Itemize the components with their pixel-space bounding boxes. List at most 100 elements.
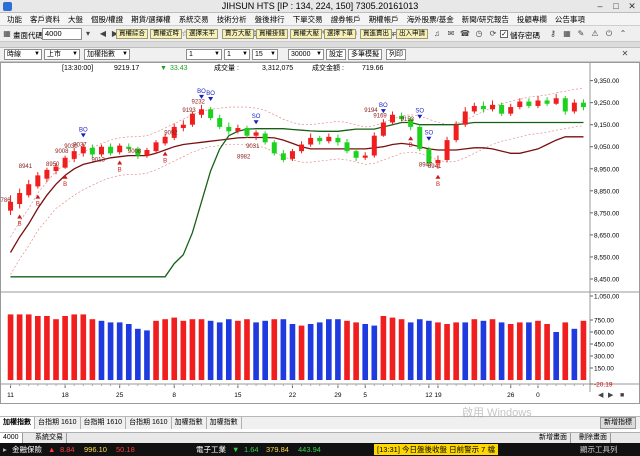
menu-item-14[interactable]: 公告事項 bbox=[551, 14, 589, 25]
volume-bar bbox=[153, 320, 159, 380]
candle-body bbox=[144, 150, 150, 156]
menu-item-6[interactable]: 技術分析 bbox=[213, 14, 251, 25]
phone-icon[interactable]: ☎ bbox=[460, 29, 470, 39]
sell-signal-label: SO bbox=[425, 131, 434, 137]
volume-bar bbox=[507, 324, 514, 380]
candle-body bbox=[289, 151, 295, 159]
layout-icon[interactable]: ▦ bbox=[562, 29, 572, 39]
collapse-icon[interactable]: ⌃ bbox=[618, 29, 628, 39]
sync-icon[interactable]: ⟳ bbox=[488, 29, 498, 39]
market-select[interactable]: 上市 ▼ bbox=[44, 49, 80, 60]
menu-item-2[interactable]: 大盤 bbox=[64, 14, 87, 25]
alert-icon[interactable]: ⚠ bbox=[590, 29, 600, 39]
info-amount: 719.66 bbox=[362, 65, 384, 72]
menu-item-7[interactable]: 盤後排行 bbox=[251, 14, 289, 25]
print-button[interactable]: 列印 bbox=[386, 49, 406, 60]
indicator-tab-5[interactable]: 加權指數 bbox=[207, 417, 242, 429]
signal-button-3[interactable]: 賣方大壓 bbox=[222, 29, 254, 39]
minimize-icon[interactable]: – bbox=[594, 1, 606, 11]
time-tick-label: 8 bbox=[172, 392, 176, 399]
add-indicator-button[interactable]: 新增指標 bbox=[600, 417, 636, 429]
volume-bar bbox=[426, 320, 432, 380]
speaker-icon[interactable]: ♫ bbox=[432, 29, 442, 39]
candle-body bbox=[453, 124, 459, 141]
key-icon[interactable]: ⚷ bbox=[548, 29, 558, 39]
volume-bar bbox=[444, 324, 450, 380]
screen-code-input[interactable]: 4000 bbox=[42, 28, 82, 40]
indicator-tab-0[interactable]: 加權指數 bbox=[0, 417, 35, 429]
index-select[interactable]: 加權指數 ▼ bbox=[84, 49, 130, 60]
signal-button-8[interactable]: 出入申請 bbox=[396, 29, 428, 39]
candle-body bbox=[317, 137, 323, 142]
show-toolbar-label[interactable]: 顯示工具列 bbox=[580, 443, 618, 456]
quote-name-2[interactable]: 電子工業 bbox=[196, 443, 226, 456]
exit-icon[interactable]: ⏻ bbox=[604, 29, 614, 39]
candle-body bbox=[244, 128, 250, 136]
menu-item-0[interactable]: 功能 bbox=[3, 14, 26, 25]
bars-select[interactable]: 30000 ▼ bbox=[288, 49, 324, 60]
workspace-tab-4000[interactable]: 4000 bbox=[0, 433, 23, 443]
count1-select[interactable]: 1 ▼ bbox=[186, 49, 222, 60]
signal-button-6[interactable]: 選擇下單 bbox=[324, 29, 356, 39]
mail-icon[interactable]: ✉ bbox=[446, 29, 456, 39]
menu-item-3[interactable]: 個股/權證 bbox=[87, 14, 127, 25]
volume-tick-label: 1,050,00 bbox=[594, 294, 620, 301]
menu-item-12[interactable]: 新聞/研究報告 bbox=[458, 14, 513, 25]
alert-banner[interactable]: [13:31] 今日盤後收盤 日前警示 7 檔 bbox=[374, 444, 498, 455]
menu-item-4[interactable]: 期貨/選擇權 bbox=[127, 14, 175, 25]
clock-icon[interactable]: ◷ bbox=[474, 29, 484, 39]
candle-body bbox=[153, 142, 159, 152]
menu-item-5[interactable]: 系統交易 bbox=[175, 14, 213, 25]
count2-select[interactable]: 1 ▼ bbox=[224, 49, 250, 60]
indicator-tab-1[interactable]: 台指期 1610 bbox=[35, 417, 81, 429]
price-annotation: 9193 bbox=[182, 108, 196, 114]
save-password-checkbox[interactable]: ✓ bbox=[500, 30, 508, 38]
candle-body bbox=[417, 126, 423, 149]
menu-item-8[interactable]: 下單交易 bbox=[289, 14, 327, 25]
sell-signal-arrow bbox=[417, 114, 423, 119]
simulate-button[interactable]: 多筆模擬 bbox=[348, 49, 382, 60]
volume-bar bbox=[307, 324, 314, 380]
delete-screen-button[interactable]: 刪除畫面 bbox=[576, 433, 611, 443]
setting-button[interactable]: 設定 bbox=[326, 49, 346, 60]
volume-bar bbox=[116, 322, 123, 380]
menu-item-11[interactable]: 海外股票/基金 bbox=[403, 14, 458, 25]
menu-item-13[interactable]: 投顧專欄 bbox=[513, 14, 551, 25]
chart-close-icon[interactable]: ✕ bbox=[620, 49, 630, 59]
signal-button-2[interactable]: 選擇未平 bbox=[186, 29, 218, 39]
candle-body bbox=[335, 137, 341, 143]
signal-button-4[interactable]: 買權掛錢 bbox=[256, 29, 288, 39]
volume-bar bbox=[344, 320, 350, 380]
quote-name-1[interactable]: 金融保險 bbox=[12, 443, 42, 456]
price-annotation: 9153 bbox=[401, 117, 415, 123]
candle-body bbox=[462, 111, 468, 125]
workspace-tab-system[interactable]: 系統交易 bbox=[32, 433, 67, 443]
indicator-tab-3[interactable]: 台指期 1610 bbox=[126, 417, 172, 429]
candlestick-chart[interactable]: [13:30:00] 9219.17 ▼ 33.43 成交量 : 3,312,075 成交金… bbox=[0, 62, 640, 404]
signal-button-1[interactable]: 賣權近時 bbox=[150, 29, 182, 39]
dropdown-arrow-icon[interactable]: ▾ bbox=[83, 29, 93, 39]
num-select[interactable]: 15 ▼ bbox=[252, 49, 278, 60]
volume-bar bbox=[216, 322, 223, 380]
signal-button-7[interactable]: 買進賣出 bbox=[360, 29, 392, 39]
close-icon[interactable]: ✕ bbox=[626, 1, 638, 11]
period-select[interactable]: 時線 ▼ bbox=[4, 49, 42, 60]
menu-bar: 功能 客戶資料 大盤 個股/權證 期貨/選擇權 系統交易 技術分析 盤後排行 下單交易 證券帳戶期… bbox=[0, 13, 640, 26]
indicator-tab-2[interactable]: 台指期 1610 bbox=[81, 417, 127, 429]
price-tick-label: 8,750.00 bbox=[594, 210, 620, 217]
menu-item-10[interactable]: 期權帳戶 bbox=[365, 14, 403, 25]
maximize-icon[interactable]: □ bbox=[610, 1, 622, 11]
note-icon[interactable]: ✎ bbox=[576, 29, 586, 39]
price-tick-label: 8,850.00 bbox=[594, 188, 620, 195]
back-icon[interactable]: ◀ bbox=[98, 29, 108, 39]
quote-price-2: 1.64 bbox=[244, 445, 259, 454]
signal-button-0[interactable]: 買權綜合 bbox=[116, 29, 148, 39]
indicator-tab-4[interactable]: 加權指數 bbox=[172, 417, 207, 429]
menu-item-1[interactable]: 客戶資料 bbox=[26, 14, 64, 25]
signal-button-5[interactable]: 買權大壓 bbox=[290, 29, 322, 39]
volume-bar bbox=[271, 319, 278, 380]
menu-item-9[interactable]: 證券帳戶 bbox=[327, 14, 365, 25]
new-screen-button[interactable]: 新增畫面 bbox=[536, 433, 571, 443]
volume-bar bbox=[44, 316, 50, 380]
sell-signal-label: SO bbox=[252, 114, 261, 120]
